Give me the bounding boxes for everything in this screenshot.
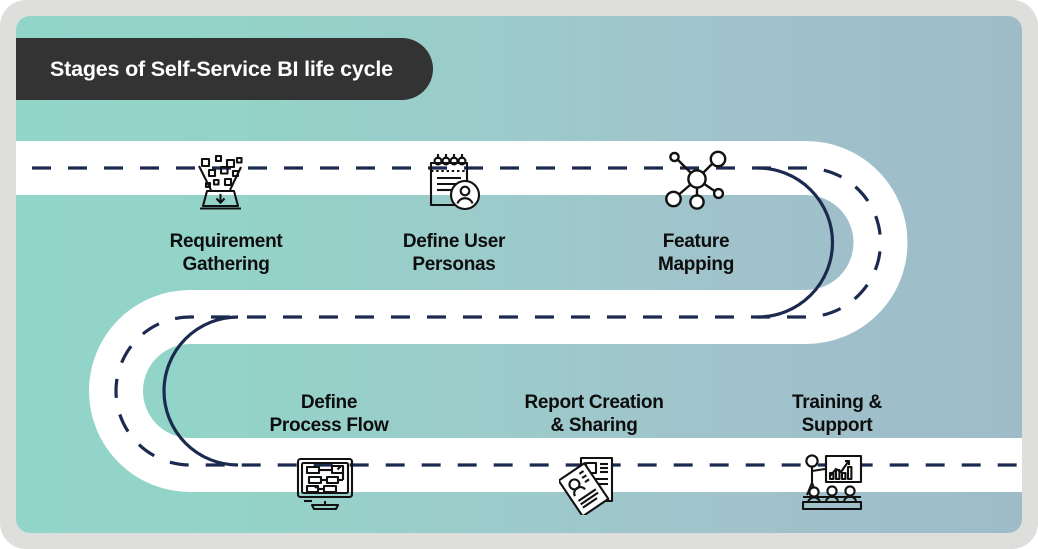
stage-label-define-process-flow: Define Process Flow bbox=[269, 392, 389, 437]
notepad-user-persona-icon bbox=[429, 154, 481, 211]
network-nodes-icon bbox=[665, 150, 727, 210]
stage-icon-report-creation-sharing bbox=[559, 453, 621, 515]
stage-label-requirement-gathering: Requirement Gathering bbox=[169, 231, 283, 276]
infographic-panel: Stages of Self-Service BI life cycle Req… bbox=[16, 16, 1022, 533]
stage-icon-feature-mapping bbox=[664, 150, 730, 210]
page-title-text: Stages of Self-Service BI life cycle bbox=[50, 56, 393, 81]
training-presentation-icon bbox=[801, 454, 863, 511]
page-title: Stages of Self-Service BI life cycle bbox=[16, 38, 433, 100]
stage-icon-training-support bbox=[800, 453, 864, 513]
infographic-frame: Stages of Self-Service BI life cycle Req… bbox=[0, 0, 1038, 549]
stage-label-feature-mapping: Feature Mapping bbox=[658, 231, 734, 276]
monitor-flowchart-icon bbox=[296, 457, 354, 511]
data-collection-funnel-icon bbox=[198, 154, 243, 210]
documents-stack-icon bbox=[559, 456, 614, 515]
stage-icon-define-user-personas bbox=[423, 150, 483, 212]
stage-label-define-user-personas: Define User Personas bbox=[402, 231, 506, 276]
stage-label-report-creation-sharing: Report Creation & Sharing bbox=[524, 392, 664, 437]
stage-icon-define-process-flow bbox=[294, 457, 356, 513]
stage-icon-requirement-gathering bbox=[189, 150, 251, 212]
stage-label-training-support: Training & Support bbox=[792, 392, 882, 437]
